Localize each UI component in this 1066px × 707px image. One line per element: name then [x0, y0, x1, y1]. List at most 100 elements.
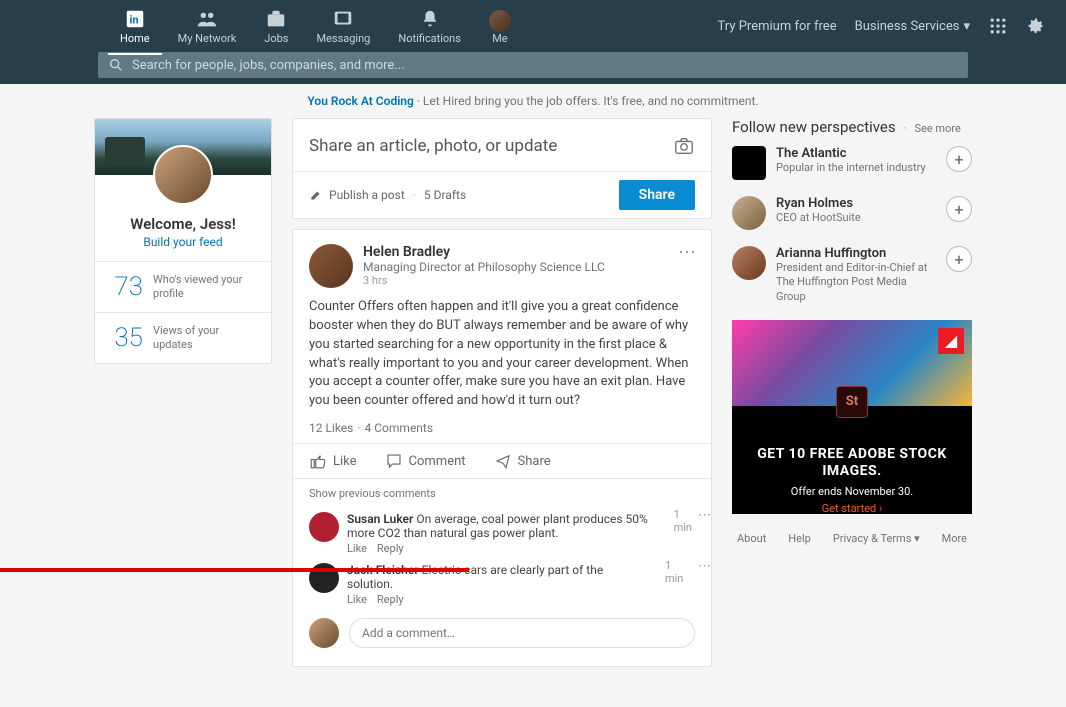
gear-icon[interactable] — [1026, 16, 1046, 36]
suggestion-avatar[interactable] — [732, 146, 766, 180]
comment-time: 1 min — [665, 559, 698, 585]
nav-label: Messaging — [316, 32, 370, 45]
promo-banner[interactable]: You Rock At Coding · Let Hired bring you… — [0, 84, 1066, 118]
ad-headline: GET 10 FREE ADOBE STOCK IMAGES. — [746, 446, 958, 481]
profile-card: Welcome, Jess! Build your feed 73 Who's … — [94, 118, 272, 364]
welcome-text: Welcome, Jess! — [103, 215, 263, 233]
follow-suggestion: The AtlanticPopular in the internet indu… — [732, 146, 972, 180]
comment: Jack Fleisher Electric cars are clearly … — [293, 559, 665, 610]
compose-icon — [309, 188, 323, 202]
nav-home[interactable]: in Home — [108, 4, 162, 49]
suggestion-name[interactable]: Arianna Huffington — [776, 246, 936, 261]
share-post-button[interactable]: Share — [494, 452, 551, 470]
comment-reply[interactable]: Reply — [377, 542, 404, 555]
author-title: Managing Director at Philosophy Science … — [363, 260, 605, 274]
suggestion-name[interactable]: The Atlantic — [776, 146, 936, 161]
drafts-link[interactable]: 5 Drafts — [424, 188, 466, 202]
nav-notifications[interactable]: Notifications — [386, 4, 473, 49]
adobe-stock-icon: St — [836, 386, 868, 418]
follow-heading: Follow new perspectives — [732, 118, 896, 136]
promo-link[interactable]: You Rock At Coding — [307, 94, 413, 108]
suggestion-desc: CEO at HootSuite — [776, 211, 936, 225]
avatar-icon — [489, 10, 511, 32]
nav-network[interactable]: My Network — [166, 4, 249, 49]
search-input[interactable] — [132, 58, 958, 73]
follow-header: Follow new perspectives · See more — [732, 118, 972, 136]
main-layout: Welcome, Jess! Build your feed 73 Who's … — [0, 118, 1066, 707]
ad-subtext: Offer ends November 30. — [746, 485, 958, 498]
follow-button[interactable]: + — [946, 146, 972, 172]
author-avatar[interactable] — [309, 244, 353, 288]
welcome-block: Welcome, Jess! Build your feed — [95, 205, 271, 261]
video-progress-bar[interactable] — [0, 568, 469, 572]
footer-help[interactable]: Help — [788, 532, 811, 545]
post-time: 3 hrs — [363, 274, 605, 287]
camera-icon[interactable] — [673, 135, 695, 157]
show-previous-comments[interactable]: Show previous comments — [293, 479, 711, 508]
nav-messaging[interactable]: Messaging — [304, 4, 382, 49]
share-prompt[interactable]: Share an article, photo, or update — [309, 136, 557, 156]
apps-grid-icon[interactable] — [988, 16, 1008, 36]
stat-number: 73 — [107, 272, 143, 302]
footer-links: About Help Privacy & Terms ▾ More — [732, 532, 972, 545]
nav-jobs[interactable]: Jobs — [252, 4, 300, 49]
profile-avatar[interactable] — [153, 145, 213, 205]
nav-right: Try Premium for free Business Services ▾ — [718, 16, 1046, 36]
feed-post: ⋯ Helen Bradley Managing Director at Phi… — [292, 229, 712, 667]
nav-items: in Home My Network Jobs Messaging Notifi… — [108, 4, 523, 49]
add-comment-input[interactable] — [349, 618, 695, 648]
search-row — [0, 52, 1066, 84]
stat-number: 35 — [107, 323, 143, 353]
center-column: Share an article, photo, or update Publi… — [292, 118, 712, 667]
comment-reply[interactable]: Reply — [377, 593, 404, 606]
like-button[interactable]: Like — [309, 452, 357, 470]
business-services-dropdown[interactable]: Business Services ▾ — [855, 19, 970, 34]
share-button[interactable]: Share — [619, 180, 695, 210]
network-icon — [196, 8, 218, 30]
comment: Susan Luker On average, coal power plant… — [293, 508, 674, 559]
home-icon: in — [124, 8, 146, 30]
messaging-icon — [332, 8, 354, 30]
nav-me[interactable]: Me — [477, 6, 523, 49]
nav-label: Me — [492, 32, 507, 45]
share-box: Share an article, photo, or update Publi… — [292, 118, 712, 219]
suggestion-name[interactable]: Ryan Holmes — [776, 196, 936, 211]
see-more-link[interactable]: See more — [915, 122, 961, 135]
publish-post-link[interactable]: Publish a post · 5 Drafts — [309, 188, 466, 202]
follow-suggestion: Ryan HolmesCEO at HootSuite + — [732, 196, 972, 230]
comment-time: 1 min — [674, 508, 698, 534]
right-column: Follow new perspectives · See more The A… — [732, 118, 972, 667]
jobs-icon — [265, 8, 287, 30]
suggestion-avatar[interactable] — [732, 196, 766, 230]
post-actions: Like Comment Share — [293, 443, 711, 479]
my-avatar — [309, 618, 339, 648]
post-stats[interactable]: 12 Likes·4 Comments — [293, 421, 711, 443]
premium-link[interactable]: Try Premium for free — [718, 19, 837, 34]
author-name[interactable]: Helen Bradley — [363, 244, 605, 260]
suggestion-desc: Popular in the internet industry — [776, 161, 936, 175]
commenter-name[interactable]: Susan Luker — [347, 512, 413, 526]
search-bar[interactable] — [98, 52, 968, 78]
adobe-ad[interactable]: ◢ St GET 10 FREE ADOBE STOCK IMAGES. Off… — [732, 320, 972, 514]
comment-like[interactable]: Like — [347, 542, 367, 555]
follow-button[interactable]: + — [946, 246, 972, 272]
stat-update-views[interactable]: 35 Views of your updates — [95, 312, 271, 363]
ad-cta[interactable]: Get started › — [746, 502, 958, 514]
nav-label: Home — [120, 32, 150, 45]
stat-profile-views[interactable]: 73 Who's viewed your profile — [95, 261, 271, 312]
post-more-menu[interactable]: ⋯ — [678, 242, 697, 263]
add-comment-row — [293, 610, 711, 656]
stat-label: Views of your updates — [153, 324, 259, 353]
build-feed-link[interactable]: Build your feed — [103, 235, 263, 249]
comment-button[interactable]: Comment — [385, 452, 466, 470]
footer-more[interactable]: More — [942, 532, 967, 545]
footer-privacy[interactable]: Privacy & Terms ▾ — [833, 532, 920, 545]
footer-about[interactable]: About — [737, 532, 766, 545]
comment-like[interactable]: Like — [347, 593, 367, 606]
nav-label: Notifications — [398, 32, 461, 45]
suggestion-avatar[interactable] — [732, 246, 766, 280]
search-icon — [108, 57, 124, 73]
comment-more[interactable]: ⋯ — [698, 508, 711, 523]
commenter-avatar[interactable] — [309, 512, 339, 542]
follow-button[interactable]: + — [946, 196, 972, 222]
